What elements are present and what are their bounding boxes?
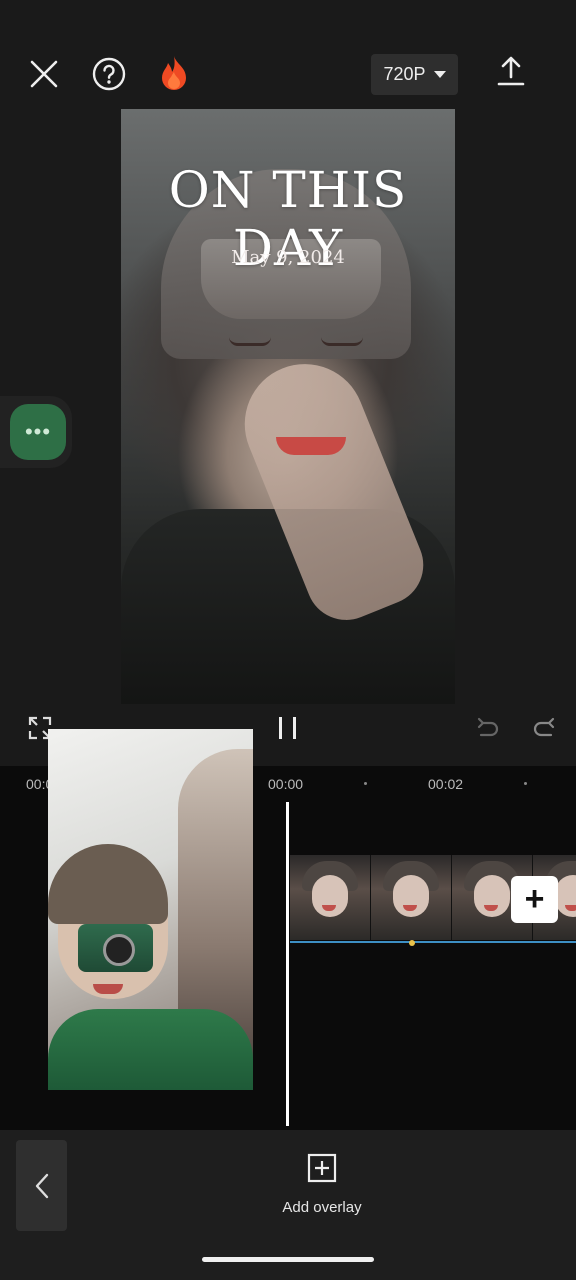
ruler-tick: [524, 782, 527, 785]
add-clip-button[interactable]: +: [511, 876, 558, 923]
clip-thumbnail: [371, 855, 452, 940]
ruler-start-time: 00:00: [268, 776, 304, 792]
chevron-down-icon: [433, 71, 446, 78]
fire-icon: [162, 56, 186, 90]
add-overlay-label: Add overlay: [282, 1199, 362, 1216]
overlay-date: May 9, 2024: [231, 247, 345, 268]
more-icon: •••: [10, 404, 66, 460]
redo-icon: [533, 717, 555, 737]
close-icon: [30, 60, 58, 88]
plus-icon: +: [524, 880, 545, 918]
back-button[interactable]: [16, 1140, 67, 1231]
overlay-shirt: [48, 1009, 253, 1090]
export-button[interactable]: [492, 52, 530, 90]
home-indicator[interactable]: [202, 1257, 374, 1262]
clip-thumbnail: [290, 855, 371, 940]
undo-button[interactable]: [470, 710, 504, 744]
chevron-left-icon: [35, 1173, 48, 1198]
help-icon: [92, 57, 126, 91]
ruler-tick: [364, 782, 367, 785]
trending-button[interactable]: [154, 53, 194, 93]
overlay-hair: [48, 844, 168, 924]
playhead[interactable]: [286, 802, 289, 1126]
undo-icon: [477, 717, 499, 737]
pause-button[interactable]: [270, 710, 306, 746]
resolution-selector[interactable]: 720P: [371, 54, 458, 95]
add-overlay-button[interactable]: Add overlay: [262, 1152, 382, 1216]
help-button[interactable]: [90, 55, 128, 93]
preview-eye-right: [321, 337, 363, 346]
add-overlay-icon: [307, 1153, 337, 1183]
overlay-drag-thumbnail[interactable]: [48, 729, 253, 1090]
resolution-label: 720P: [383, 64, 426, 84]
ruler-mark-time: 00:02: [428, 776, 464, 792]
upload-icon: [497, 56, 525, 86]
redo-button[interactable]: [528, 710, 562, 744]
audio-track-line: [290, 941, 576, 943]
video-preview[interactable]: ON THIS DAY May 9, 2024: [121, 109, 455, 704]
preview-eye-left: [229, 337, 271, 346]
close-button[interactable]: [26, 56, 62, 92]
keyframe-marker[interactable]: [409, 940, 415, 946]
preview-lips: [276, 437, 346, 455]
pause-icon: [279, 717, 296, 739]
quick-actions-button[interactable]: •••: [0, 396, 72, 468]
overlay-camera-lens: [103, 934, 135, 966]
